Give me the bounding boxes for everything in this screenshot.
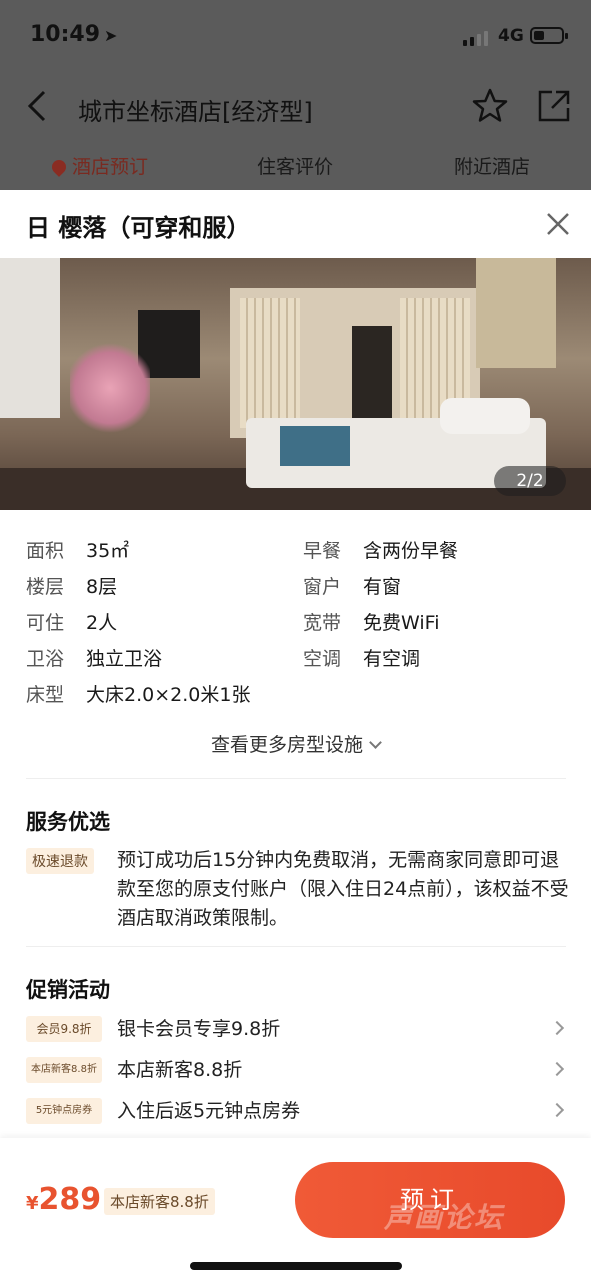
nav-bar: 城市坐标酒店[经济型] bbox=[0, 72, 591, 142]
sheet-header: 日 樱落（可穿和服） bbox=[0, 190, 591, 258]
service-description: 预订成功后15分钟内免费取消，无需商家同意即可退款至您的原支付账户（限入住日24… bbox=[117, 849, 569, 929]
divider bbox=[26, 946, 566, 947]
hotel-tabs: 酒店预订 住客评价 附近酒店 bbox=[0, 142, 591, 190]
location-arrow-icon: ➤ bbox=[104, 26, 118, 45]
promo-text: 银卡会员专享9.8折 bbox=[117, 1018, 281, 1040]
tab-nearby-hotels[interactable]: 附近酒店 bbox=[454, 152, 530, 179]
chevron-right-icon bbox=[549, 1061, 565, 1077]
room-detail-sheet: 日 樱落（可穿和服） 2/2 面积 35㎡ 早餐 含两份早餐 楼层 8层 窗户 … bbox=[0, 190, 591, 1280]
photo-counter: 2/2 bbox=[494, 466, 566, 496]
fast-refund-badge: 极速退款 bbox=[26, 848, 94, 874]
promo-text: 入住后返5元钟点房券 bbox=[117, 1100, 301, 1122]
service-section-title: 服务优选 bbox=[26, 810, 110, 834]
network-label: 4G bbox=[498, 26, 524, 46]
promo-member-discount[interactable]: 会员9.8折 银卡会员专享9.8折 bbox=[26, 1014, 568, 1046]
divider bbox=[26, 778, 566, 779]
room-title: 日 樱落（可穿和服） bbox=[26, 214, 251, 242]
signal-icon bbox=[463, 30, 491, 46]
chevron-down-icon bbox=[369, 736, 382, 749]
share-icon[interactable] bbox=[534, 86, 574, 126]
back-icon[interactable] bbox=[24, 86, 52, 126]
promo-hourly-coupon[interactable]: 5元钟点房券 入住后返5元钟点房券 bbox=[26, 1096, 568, 1128]
booking-bar: ¥289 本店新客8.8折 预订 声画论坛 bbox=[0, 1138, 591, 1280]
clock-text: 10:49 bbox=[30, 22, 101, 47]
chevron-right-icon bbox=[549, 1102, 565, 1118]
watermark: 声画论坛 bbox=[384, 1201, 505, 1234]
location-pin-icon bbox=[49, 157, 69, 177]
more-facilities-link[interactable]: 查看更多房型设施 bbox=[0, 730, 591, 757]
chevron-right-icon bbox=[549, 1020, 565, 1036]
room-price: ¥289 bbox=[26, 1182, 102, 1217]
home-indicator[interactable] bbox=[190, 1262, 402, 1270]
promo-text: 本店新客8.8折 bbox=[117, 1059, 243, 1081]
promo-badge: 5元钟点房券 bbox=[26, 1098, 102, 1124]
promo-new-guest-discount[interactable]: 本店新客8.8折 本店新客8.8折 bbox=[26, 1055, 568, 1087]
promo-badge: 会员9.8折 bbox=[26, 1016, 102, 1042]
page-backdrop: 10:49 ➤ 4G 城市坐标酒店[经济型] 酒店预订 住客评价 附近酒店 bbox=[0, 0, 591, 190]
tab-reviews[interactable]: 住客评价 bbox=[257, 152, 333, 179]
promo-badge: 本店新客8.8折 bbox=[26, 1057, 102, 1083]
status-time: 10:49 ➤ bbox=[30, 22, 117, 47]
status-bar: 10:49 ➤ 4G bbox=[0, 0, 591, 72]
promotions-section-title: 促销活动 bbox=[26, 978, 110, 1002]
tab-hotel-booking[interactable]: 酒店预订 bbox=[49, 152, 148, 179]
hotel-title: 城市坐标酒店[经济型] bbox=[78, 98, 313, 126]
price-discount-badge: 本店新客8.8折 bbox=[104, 1188, 215, 1215]
battery-icon bbox=[530, 27, 568, 44]
close-icon[interactable] bbox=[544, 210, 572, 238]
favorite-star-icon[interactable] bbox=[470, 86, 510, 126]
